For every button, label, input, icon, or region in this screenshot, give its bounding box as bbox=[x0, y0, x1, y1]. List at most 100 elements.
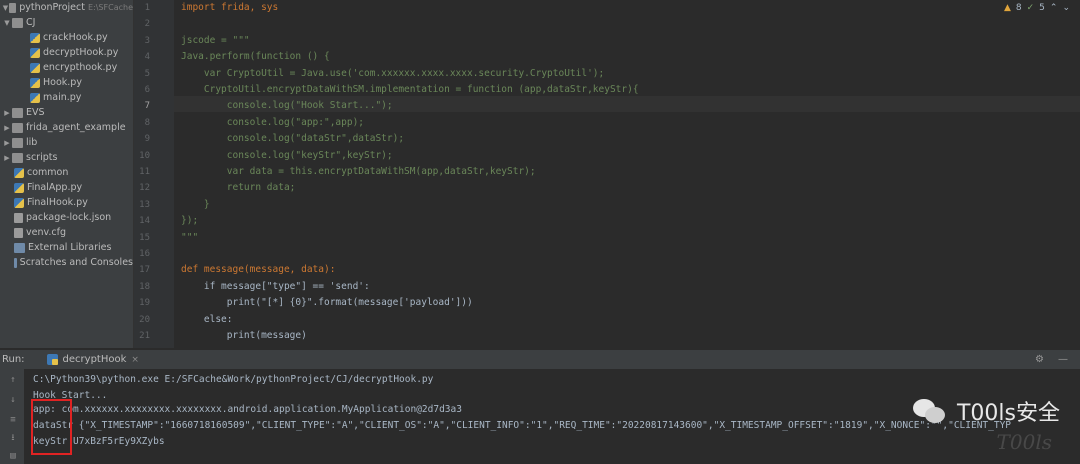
line-number: 19 bbox=[139, 298, 150, 309]
line-number: 12 bbox=[139, 183, 150, 194]
inspection-widget[interactable]: ▲ 8 ✓ 5 ⌃ ⌄ bbox=[1004, 3, 1070, 13]
tree-item-label: package-lock.json bbox=[26, 212, 112, 223]
chevron-up-icon[interactable]: ⌃ bbox=[1050, 3, 1058, 13]
print-icon[interactable]: ▤ bbox=[8, 451, 18, 461]
console-line-datastr: dataStr {"X_TIMESTAMP":"1660718160509","… bbox=[33, 420, 1012, 431]
code-line: else: bbox=[181, 313, 233, 325]
project-root-label: pythonProject bbox=[19, 2, 85, 13]
console-line-app: app: com.xxxxxx.xxxxxxxx.xxxxxxxx.androi… bbox=[33, 404, 462, 415]
line-number: 2 bbox=[144, 19, 150, 30]
line-number: 5 bbox=[144, 68, 150, 79]
code-line: var data = this.encryptDataWithSM(app,da… bbox=[181, 166, 536, 177]
tree-item[interactable]: common bbox=[0, 165, 133, 180]
line-number: 14 bbox=[139, 216, 150, 227]
tree-item-label: common bbox=[27, 167, 69, 178]
line-number: 20 bbox=[139, 314, 150, 325]
rerun-icon[interactable]: ↑ bbox=[8, 375, 18, 385]
line-number: 7 bbox=[144, 101, 150, 112]
scroll-down-icon[interactable]: ↓ bbox=[8, 395, 18, 405]
code-line: print("[*] {0}".format(message['payload'… bbox=[181, 297, 473, 309]
tree-item-label: encrypthook.py bbox=[43, 62, 118, 73]
code-line: return data; bbox=[181, 182, 296, 194]
tree-item[interactable]: Scratches and Consoles bbox=[0, 255, 133, 270]
file-icon bbox=[14, 227, 23, 238]
scroll-end-icon[interactable]: ⭳ bbox=[8, 433, 18, 443]
chevron-down-icon[interactable]: ⌄ bbox=[1062, 3, 1070, 13]
run-toolwindow-header: Run: decryptHook × ⚙ — bbox=[0, 349, 1080, 369]
tree-item[interactable]: ▶ frida_agent_example bbox=[0, 120, 133, 135]
line-number-gutter: 1 2 3 4 5 6 7 8 9 10 11 12 13 14 15 16 17 18 19 20 21 bbox=[134, 0, 174, 348]
tree-item-label: frida_agent_example bbox=[26, 122, 126, 133]
line-number: 13 bbox=[139, 199, 150, 210]
tree-item-label: main.py bbox=[43, 92, 82, 103]
code-line: if message["type"] == 'send': bbox=[181, 280, 370, 292]
expand-arrow-icon[interactable]: ▶ bbox=[2, 109, 12, 117]
expand-arrow-icon[interactable]: ▶ bbox=[2, 124, 12, 132]
run-label: Run: bbox=[2, 354, 25, 365]
code-line: console.log("app:",app); bbox=[181, 116, 365, 128]
run-tab-decrypthook[interactable]: decryptHook × bbox=[46, 354, 139, 365]
tree-item-label: FinalApp.py bbox=[27, 182, 83, 193]
tree-item-label: decryptHook.py bbox=[43, 47, 119, 58]
wrap-icon[interactable]: ≡ bbox=[8, 415, 18, 425]
python-file-icon bbox=[30, 62, 40, 73]
minimize-icon[interactable]: — bbox=[1058, 354, 1068, 365]
tree-item[interactable]: ▶ EVS bbox=[0, 105, 133, 120]
code-line: console.log("Hook Start..."); bbox=[181, 100, 393, 112]
expand-arrow-icon[interactable]: ▶ bbox=[2, 139, 12, 147]
code-line: import frida, sys bbox=[181, 2, 279, 13]
line-number: 21 bbox=[139, 331, 150, 341]
expand-arrow-icon[interactable]: ▶ bbox=[2, 154, 12, 162]
tree-item[interactable]: crackHook.py bbox=[0, 30, 133, 45]
tree-item[interactable]: Hook.py bbox=[0, 75, 133, 90]
tree-item[interactable]: ▼ CJ bbox=[0, 15, 133, 30]
line-number: 9 bbox=[144, 134, 150, 145]
tree-item[interactable]: FinalApp.py bbox=[0, 180, 133, 195]
tree-item-label: EVS bbox=[26, 107, 45, 118]
wechat-icon bbox=[912, 397, 947, 425]
code-editor[interactable]: import frida, sys jscode = """ Java.perfor… bbox=[174, 0, 1080, 348]
python-file-icon bbox=[14, 197, 24, 208]
ok-count: 5 bbox=[1039, 3, 1045, 13]
close-icon[interactable]: × bbox=[131, 355, 139, 365]
folder-icon bbox=[12, 152, 23, 163]
project-root[interactable]: ▼ pythonProject E:\SFCache bbox=[0, 0, 133, 15]
python-file-icon bbox=[14, 182, 24, 193]
tree-item[interactable]: ▶ lib bbox=[0, 135, 133, 150]
highlight-box bbox=[31, 399, 72, 455]
code-line: var CryptoUtil = Java.use('com.xxxxxx.xx… bbox=[181, 67, 605, 79]
console-line-command: C:\Python39\python.exe E:/SFCache&Work/p… bbox=[33, 374, 434, 385]
tree-item[interactable]: main.py bbox=[0, 90, 133, 105]
project-tree-panel: ▼ pythonProject E:\SFCache ▼ CJ crackHook.… bbox=[0, 0, 134, 348]
line-number: 15 bbox=[139, 232, 150, 243]
json-file-icon bbox=[14, 212, 23, 223]
tree-item-label: crackHook.py bbox=[43, 32, 108, 43]
tree-item[interactable]: package-lock.json bbox=[0, 210, 133, 225]
code-line: CryptoUtil.encryptDataWithSM.implementat… bbox=[181, 84, 639, 95]
expand-arrow-icon[interactable]: ▼ bbox=[2, 19, 12, 27]
python-file-icon bbox=[14, 167, 24, 178]
line-number: 11 bbox=[139, 167, 150, 177]
folder-icon bbox=[8, 2, 17, 13]
folder-icon bbox=[12, 17, 23, 28]
line-number: 6 bbox=[144, 85, 150, 95]
tree-item[interactable]: ▶ scripts bbox=[0, 150, 133, 165]
run-tab-label: decryptHook bbox=[62, 354, 127, 365]
tree-item[interactable]: decryptHook.py bbox=[0, 45, 133, 60]
warning-count: 8 bbox=[1015, 3, 1022, 13]
tree-item[interactable]: venv.cfg bbox=[0, 225, 133, 240]
tree-item[interactable]: FinalHook.py bbox=[0, 195, 133, 210]
expand-arrow-icon[interactable]: ▼ bbox=[2, 4, 9, 12]
gear-icon[interactable]: ⚙ bbox=[1035, 354, 1044, 365]
tree-item-label: venv.cfg bbox=[26, 227, 66, 238]
code-line: print(message) bbox=[181, 330, 307, 341]
tree-item-label: Hook.py bbox=[43, 77, 82, 88]
project-root-path: E:\SFCache bbox=[87, 3, 133, 12]
code-line: console.log("dataStr",dataStr); bbox=[181, 133, 405, 145]
tree-item[interactable]: External Libraries bbox=[0, 240, 133, 255]
watermark-logo-text: T00ls bbox=[996, 430, 1052, 454]
code-line: }); bbox=[181, 215, 199, 227]
watermark-text: T00ls安全 bbox=[956, 401, 1060, 426]
tree-item[interactable]: encrypthook.py bbox=[0, 60, 133, 75]
folder-icon bbox=[12, 137, 23, 148]
